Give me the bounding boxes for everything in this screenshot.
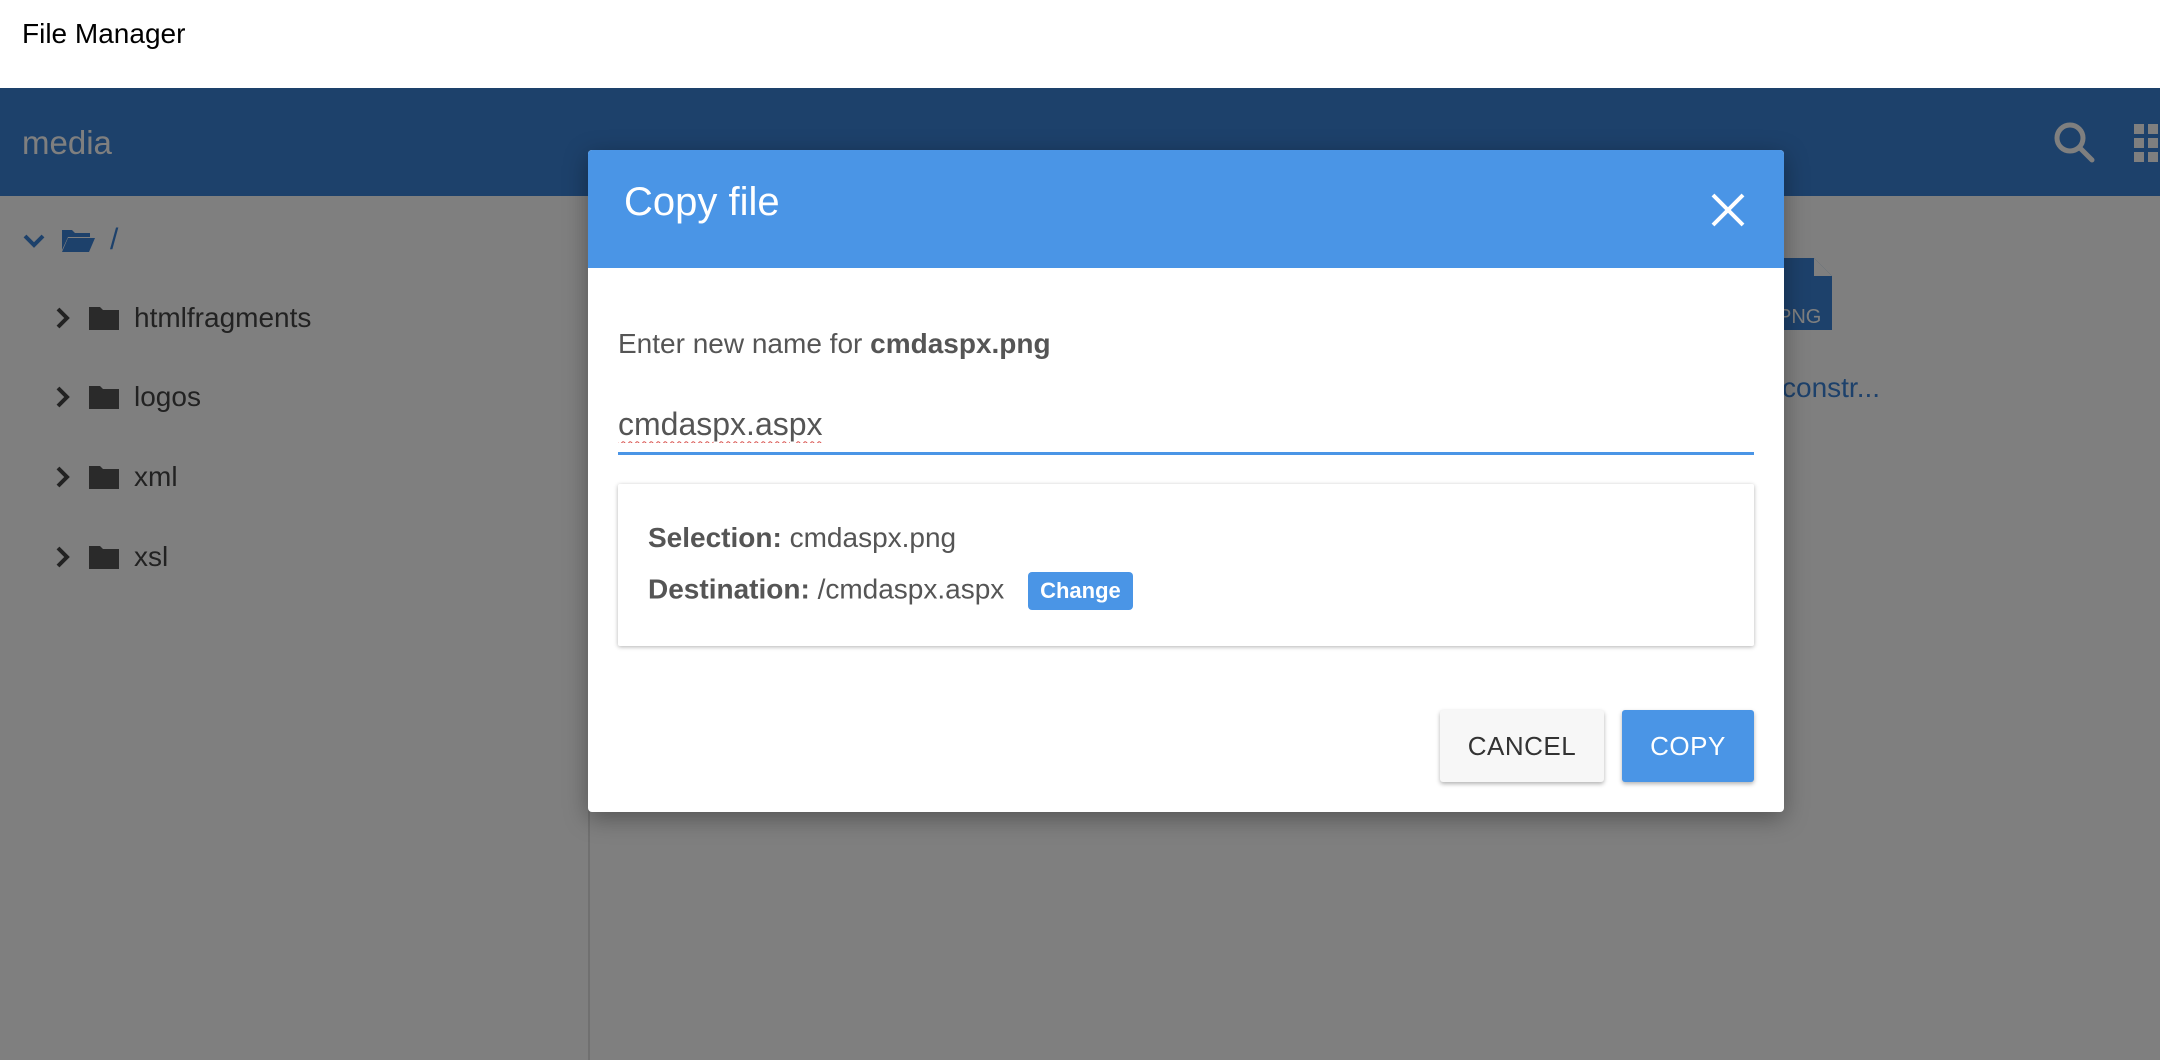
destination-line: Destination: /cmdaspx.aspx Change [648,572,1133,610]
copy-button[interactable]: COPY [1622,710,1754,782]
prompt-filename: cmdaspx.png [870,328,1051,359]
dialog-header: Copy file [588,150,1784,268]
destination-label: Destination: [648,573,810,605]
page-title: File Manager [22,18,186,49]
destination-value: /cmdaspx.aspx [817,573,1005,605]
dialog-title: Copy file [624,180,780,224]
cancel-button[interactable]: CANCEL [1440,710,1604,782]
new-name-input[interactable] [618,396,1754,455]
selection-value: cmdaspx.png [789,522,957,553]
close-icon[interactable] [1708,190,1748,230]
rename-prompt: Enter new name for cmdaspx.png [618,328,1051,360]
copy-info-card: Selection: cmdaspx.png Destination: /cmd… [618,484,1754,646]
selection-line: Selection: cmdaspx.png [648,522,956,554]
selection-label: Selection: [648,522,782,553]
prompt-prefix: Enter new name for [618,328,863,359]
copy-file-dialog: Copy file Enter new name for cmdaspx.png… [588,150,1784,812]
change-destination-button[interactable]: Change [1028,572,1133,610]
